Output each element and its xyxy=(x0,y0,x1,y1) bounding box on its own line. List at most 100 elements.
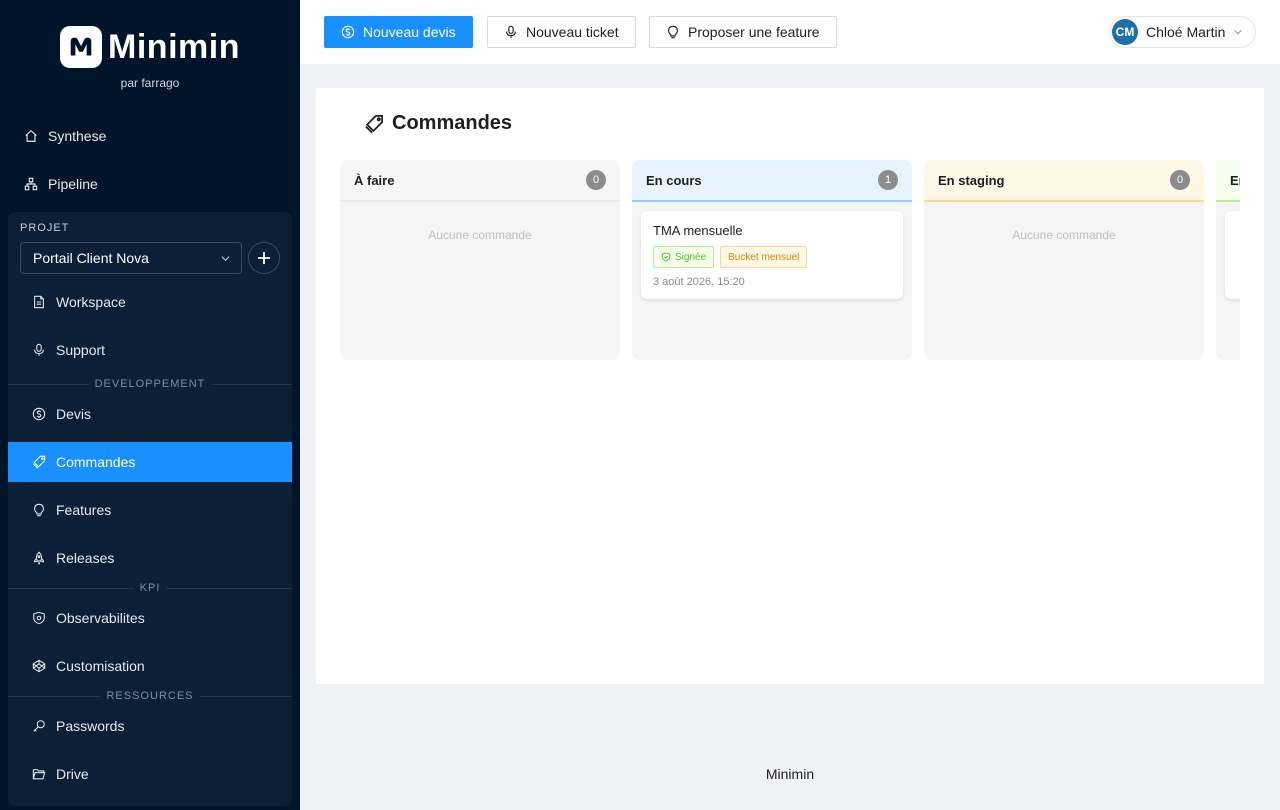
sidebar-item-drive[interactable]: Drive xyxy=(8,754,292,794)
brand-name: Minimin xyxy=(108,28,240,66)
tags-icon xyxy=(364,114,384,134)
section-title: KPI xyxy=(139,582,161,594)
pipeline-icon xyxy=(24,177,38,191)
section-title: RESSOURCES xyxy=(106,690,194,702)
column-title: En production xyxy=(1230,172,1240,188)
brand: Minimin par farrago xyxy=(0,0,300,100)
column-header: En production xyxy=(1216,160,1240,202)
sidebar-item-passwords[interactable]: Passwords xyxy=(8,706,292,746)
topbar: Nouveau devis Nouveau ticket Proposer un… xyxy=(300,0,1280,64)
sidebar-item-label: Devis xyxy=(56,406,92,422)
add-project-button[interactable] xyxy=(248,242,280,274)
new-ticket-button[interactable]: Nouveau ticket xyxy=(487,16,636,48)
bulb-icon xyxy=(32,503,46,517)
bulb-icon xyxy=(666,25,680,39)
dollar-icon xyxy=(32,407,46,421)
page-title: Commandes xyxy=(364,112,512,135)
column-header: À faire 0 xyxy=(340,160,620,202)
empty-state: Aucune commande xyxy=(1012,228,1116,242)
project-select[interactable]: Portail Client Nova xyxy=(20,242,242,274)
column-en-production: En production xyxy=(1216,160,1240,360)
footer: Minimin xyxy=(765,766,815,782)
kanban-board: À faire 0 Aucune commande En cours 1 TMA… xyxy=(340,160,1240,360)
user-name: Chloé Martin xyxy=(1146,24,1226,40)
column-title: En staging xyxy=(938,172,1005,188)
column-title: En cours xyxy=(646,172,702,188)
brand-tagline: par farrago xyxy=(120,76,180,90)
sidebar-item-label: Commandes xyxy=(56,454,136,470)
column-a-faire: À faire 0 Aucune commande xyxy=(340,160,620,360)
minimin-logo-icon xyxy=(60,26,103,68)
column-en-staging: En staging 0 Aucune commande xyxy=(924,160,1204,360)
order-card-date: 3 août 2026, 15:20 xyxy=(653,276,745,288)
column-title: À faire xyxy=(354,172,395,188)
button-label: Proposer une feature xyxy=(688,24,820,40)
folder-icon xyxy=(32,767,46,781)
key-icon xyxy=(32,719,46,733)
sidebar: Minimin par farrago Synthese Pipeline PR… xyxy=(0,0,300,810)
sidebar-item-support[interactable]: Support xyxy=(8,330,292,370)
plus-icon xyxy=(257,251,271,265)
rocket-icon xyxy=(32,551,46,565)
empty-state: Aucune commande xyxy=(428,228,532,242)
sidebar-item-label: Observabilites xyxy=(56,610,145,626)
sidebar-item-label: Features xyxy=(56,502,112,518)
home-icon xyxy=(24,129,38,143)
section-ressources: RESSOURCES xyxy=(8,688,292,704)
main-nav: Synthese Pipeline xyxy=(0,112,300,208)
project-select-value: Portail Client Nova xyxy=(33,250,149,266)
safety-icon xyxy=(661,252,671,262)
status-badge: Signée xyxy=(653,246,715,268)
codepen-icon xyxy=(32,659,46,673)
sidebar-item-label: Workspace xyxy=(56,294,126,310)
page-title-text: Commandes xyxy=(392,112,513,134)
column-count-badge: 1 xyxy=(878,170,898,190)
main-content: Commandes À faire 0 Aucune commande En c… xyxy=(316,88,1264,684)
sidebar-item-devis[interactable]: Devis xyxy=(8,394,292,434)
avatar: CM xyxy=(1112,19,1138,45)
column-count-badge: 0 xyxy=(1170,170,1190,190)
order-card[interactable]: TMA mensuelle Signée Bucket mensuel 3 ao… xyxy=(641,211,903,299)
sidebar-item-workspace[interactable]: Workspace xyxy=(8,282,292,322)
sidebar-item-label: Releases xyxy=(56,550,115,566)
nav-label: Pipeline xyxy=(48,176,98,192)
document-icon xyxy=(32,295,46,309)
sidebar-item-label: Drive xyxy=(56,766,89,782)
chevron-down-icon xyxy=(1233,27,1243,37)
sidebar-item-commandes[interactable]: Commandes xyxy=(8,442,292,482)
sidebar-item-customisation[interactable]: Customisation xyxy=(8,646,292,686)
column-header: En staging 0 xyxy=(924,160,1204,202)
project-section-label: PROJET xyxy=(20,222,70,234)
section-title: DEVELOPPEMENT xyxy=(94,378,206,390)
button-label: Nouveau ticket xyxy=(526,24,619,40)
section-kpi: KPI xyxy=(8,580,293,596)
microphone-icon xyxy=(32,343,46,357)
section-developpement: DEVELOPPEMENT xyxy=(8,376,292,392)
column-en-cours: En cours 1 TMA mensuelle Signée Bucket m… xyxy=(632,160,912,360)
column-count-badge: 0 xyxy=(586,170,606,190)
sidebar-item-releases[interactable]: Releases xyxy=(8,538,292,578)
nav-label: Synthese xyxy=(48,128,107,144)
user-menu[interactable]: CM Chloé Martin xyxy=(1109,16,1256,48)
status-badge-label: Signée xyxy=(675,251,707,263)
sidebar-item-observabilites[interactable]: Observabilites xyxy=(8,598,292,638)
safety-icon xyxy=(32,611,46,625)
column-header: En cours 1 xyxy=(632,160,912,202)
type-badge: Bucket mensuel xyxy=(720,246,808,268)
nav-item-synthese[interactable]: Synthese xyxy=(0,112,300,160)
sidebar-item-features[interactable]: Features xyxy=(8,490,292,530)
new-quote-button[interactable]: Nouveau devis xyxy=(324,16,473,48)
button-label: Nouveau devis xyxy=(363,24,456,40)
order-card-title: TMA mensuelle xyxy=(653,223,743,238)
sidebar-item-label: Passwords xyxy=(56,718,125,734)
project-panel: PROJET Portail Client Nova Workspace Sup… xyxy=(8,212,293,806)
sidebar-item-label: Support xyxy=(56,342,106,358)
chevron-down-icon xyxy=(220,253,231,264)
microphone-icon xyxy=(504,25,518,39)
tags-icon xyxy=(32,455,46,469)
nav-item-pipeline[interactable]: Pipeline xyxy=(0,160,300,208)
sidebar-item-label: Customisation xyxy=(56,658,145,674)
propose-feature-button[interactable]: Proposer une feature xyxy=(649,16,837,48)
order-card[interactable] xyxy=(1225,211,1240,299)
dollar-icon xyxy=(341,25,355,39)
